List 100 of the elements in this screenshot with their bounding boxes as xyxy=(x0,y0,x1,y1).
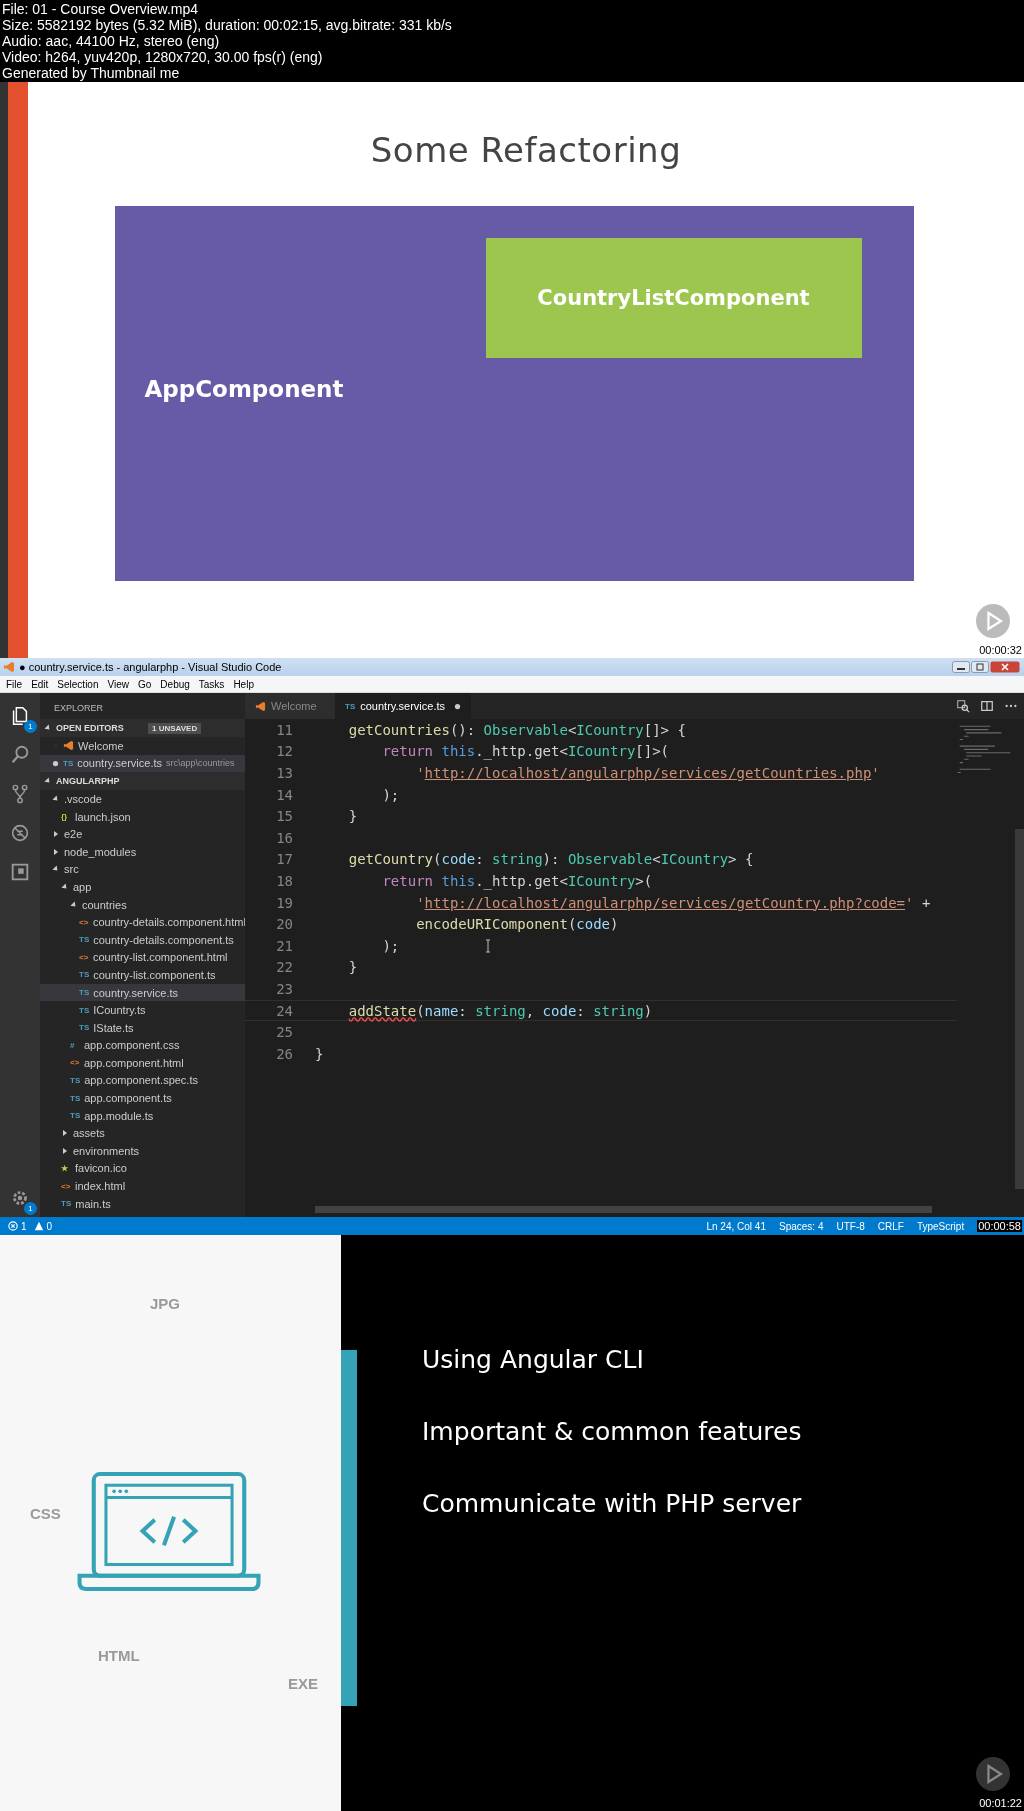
file-type-icon: <> xyxy=(79,952,89,962)
video-info-line: Video: h264, yuv420p, 1280x720, 30.00 fps(r) (eng) xyxy=(2,49,324,65)
open-editor-item[interactable]: TS country.service.ts src\app\countries xyxy=(40,754,245,773)
video-info-line: Audio: aac, 44100 Hz, stereo (eng) xyxy=(2,33,221,49)
pattern-label: HTML xyxy=(98,1647,140,1664)
slide-bullet: Using Angular CLI xyxy=(422,1344,645,1376)
file-type-icon: <> xyxy=(79,917,89,927)
extensions-icon[interactable] xyxy=(9,861,31,883)
file-type-icon: TS xyxy=(70,1093,81,1103)
explorer-item[interactable]: TS app.component.spec.ts xyxy=(40,1071,245,1090)
unsaved-dot-icon[interactable] xyxy=(52,759,59,767)
video-info-line: Size: 5582192 bytes (5.32 MiB), duration: 00:02:15, avg.bitrate: 331 kb/s xyxy=(2,17,453,33)
line-number: 16 xyxy=(275,829,293,846)
file-type-icon: TS xyxy=(79,1023,90,1033)
line-number: 14 xyxy=(275,786,293,803)
debug-icon[interactable] xyxy=(9,822,31,844)
project-header[interactable]: ANGULARPHP xyxy=(40,772,245,791)
menu-item[interactable]: Edit xyxy=(31,678,49,690)
minimize-icon[interactable] xyxy=(952,661,970,673)
explorer-item[interactable]: <> country-list.component.html xyxy=(40,948,245,967)
editor-tab[interactable]: TS country.service.ts xyxy=(335,693,471,719)
code-line: addState(name: string, code: string) xyxy=(347,1002,653,1019)
explorer-item[interactable]: e2e xyxy=(40,825,245,843)
status-bar-item[interactable]: UTF-8 xyxy=(836,1220,865,1232)
code-line: ); xyxy=(381,786,400,803)
line-number: 11 xyxy=(275,721,293,738)
explorer-item[interactable]: {} launch.json xyxy=(40,807,245,826)
explorer-item[interactable]: <> app.component.html xyxy=(40,1054,245,1072)
text-cursor-icon xyxy=(485,939,491,953)
play-icon xyxy=(976,604,1010,638)
explorer-item[interactable]: assets xyxy=(40,1124,245,1143)
menu-item[interactable]: Go xyxy=(138,678,152,690)
vertical-scrollbar[interactable] xyxy=(1015,829,1024,1189)
search-icon[interactable] xyxy=(9,744,31,766)
explorer-item[interactable]: <> country-details.component.html xyxy=(40,913,245,931)
file-type-icon: {} xyxy=(61,812,71,822)
explorer-item[interactable]: TS country.service.ts xyxy=(40,983,245,1002)
app-logo-icon xyxy=(63,740,74,752)
code-line: } xyxy=(347,808,358,825)
code-line: } xyxy=(315,1045,324,1062)
explorer-item[interactable]: ★ favicon.ico xyxy=(40,1159,245,1178)
laptop-code-icon xyxy=(76,1471,262,1593)
error-count[interactable]: 1 xyxy=(21,1220,27,1232)
menu-item[interactable]: Selection xyxy=(57,678,99,690)
slide-bullet: Communicate with PHP server xyxy=(422,1488,802,1520)
menu-item[interactable]: View xyxy=(107,678,129,690)
horizontal-scrollbar[interactable] xyxy=(315,1206,932,1213)
code-line: getCountry(code: string): Observable<ICountry> { xyxy=(347,851,754,868)
file-type-icon: TS xyxy=(61,1199,72,1209)
split-editor-icon[interactable] xyxy=(980,699,994,713)
pattern-label: JPG xyxy=(150,1295,180,1312)
line-number: 21 xyxy=(275,937,293,954)
source-control-icon[interactable] xyxy=(9,783,31,805)
menu-item[interactable]: Debug xyxy=(160,678,190,690)
explorer-title: EXPLORER xyxy=(53,702,105,715)
explorer-item[interactable]: node_modules xyxy=(40,842,245,861)
menu-item[interactable]: Tasks xyxy=(198,678,225,690)
editor-tab[interactable]: Welcome xyxy=(245,693,335,719)
menu-item[interactable]: Help xyxy=(233,678,254,690)
explorer-item[interactable]: TS IState.ts xyxy=(40,1018,245,1037)
status-bar-item[interactable]: Spaces: 4 xyxy=(778,1220,824,1232)
file-type-icon: # xyxy=(70,1040,80,1050)
file-type-icon: TS xyxy=(79,988,90,997)
box-label: AppComponent xyxy=(144,376,344,402)
explorer-item[interactable]: countries xyxy=(40,895,245,914)
code-line: 'http://localhost/angularphp/services/getCountries.php' xyxy=(415,765,880,781)
status-bar-item[interactable]: Ln 24, Col 41 xyxy=(706,1220,766,1232)
explorer-item[interactable]: <> index.html xyxy=(40,1177,245,1195)
status-bar-item[interactable]: TypeScript xyxy=(916,1220,965,1232)
explorer-item[interactable]: TS country-details.component.ts xyxy=(40,930,245,949)
line-number: 22 xyxy=(275,959,293,976)
file-type-icon: TS xyxy=(79,970,90,980)
file-type-icon: TS xyxy=(79,935,90,945)
explorer-item[interactable]: # app.component.css xyxy=(40,1036,245,1055)
notification-badge: 1 xyxy=(24,720,37,733)
explorer-item[interactable]: environments xyxy=(40,1142,245,1160)
line-number: 15 xyxy=(275,808,293,825)
explorer-item[interactable]: TS app.module.ts xyxy=(40,1106,245,1125)
explorer-item[interactable]: TS ICountry.ts xyxy=(40,1001,245,1019)
timestamp: 00:00:32 xyxy=(979,644,1022,656)
status-bar-item[interactable]: CRLF xyxy=(877,1220,904,1232)
explorer-item[interactable]: .vscode xyxy=(40,790,245,808)
explorer-item[interactable]: app xyxy=(40,878,245,896)
line-number: 24 xyxy=(275,1002,293,1019)
warning-count[interactable]: 0 xyxy=(46,1220,53,1232)
menu-item[interactable]: File xyxy=(6,678,23,690)
country-list-component-box: CountryListComponent xyxy=(485,238,862,358)
explorer-item[interactable]: TS country-list.component.ts xyxy=(40,966,245,984)
app-logo-icon xyxy=(3,661,15,673)
video-info-line: Generated by Thumbnail me xyxy=(2,65,181,81)
open-changes-icon[interactable] xyxy=(956,699,970,713)
explorer-item[interactable]: src xyxy=(40,860,245,879)
open-editor-item[interactable]: Welcome xyxy=(40,737,245,755)
explorer-item[interactable]: TS main.ts xyxy=(40,1194,245,1213)
file-type-icon: <> xyxy=(61,1181,71,1191)
explorer-item[interactable]: TS app.component.ts xyxy=(40,1089,245,1107)
window-title: ● country.service.ts - angularphp - Visual Studio Code xyxy=(19,661,282,673)
unsaved-dot-icon[interactable] xyxy=(454,702,461,710)
timestamp: 00:01:22 xyxy=(979,1797,1022,1809)
error-icon xyxy=(8,1221,18,1231)
